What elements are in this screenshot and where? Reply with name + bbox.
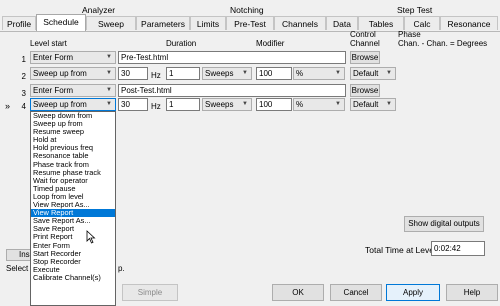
browse-button[interactable]: Browse <box>350 84 380 97</box>
level-select-value: Enter Form <box>33 86 74 95</box>
frequency-unit: Hz <box>151 71 161 80</box>
chevron-down-icon: ▼ <box>106 101 112 107</box>
tab-profile[interactable]: Profile <box>2 16 36 30</box>
total-time-label: Total Time at Level <box>365 245 436 255</box>
duration-unit-select[interactable]: Sweeps ▼ <box>202 67 252 80</box>
level-select[interactable]: Enter Form ▼ <box>30 51 116 64</box>
frequency-input[interactable]: 30 <box>118 98 148 111</box>
duration-input[interactable]: 1 <box>166 98 200 111</box>
modifier-unit-value: % <box>296 100 304 109</box>
header-control-channel: Control Channel <box>350 30 380 48</box>
row-number: 2 <box>21 72 26 81</box>
chevron-down-icon: ▼ <box>335 70 341 76</box>
status-text: Select <box>6 264 29 273</box>
tab-data[interactable]: Data <box>326 16 358 30</box>
header-duration: Duration <box>166 39 197 48</box>
control-channel-value: Default <box>353 69 379 78</box>
tab-calc[interactable]: Calc <box>404 16 440 30</box>
mouse-cursor-icon <box>86 230 96 244</box>
row-number: 4 <box>21 102 26 111</box>
chevron-down-icon: ▼ <box>386 101 392 107</box>
apply-button[interactable]: Apply <box>386 284 440 301</box>
frequency-input[interactable]: 30 <box>118 67 148 80</box>
chevron-down-icon: ▼ <box>242 101 248 107</box>
simple-button[interactable]: Simple <box>122 284 178 301</box>
tab-sweep[interactable]: Sweep <box>86 16 136 30</box>
file-path-input[interactable]: Pre-Test.html <box>118 51 346 64</box>
level-dropdown-list: Sweep down from Sweep up from Resume sweep… <box>30 111 116 306</box>
show-digital-outputs-button[interactable]: Show digital outputs <box>404 216 484 232</box>
level-select[interactable]: Sweep up from ▼ <box>30 98 116 111</box>
header-modifier: Modifier <box>256 39 285 48</box>
modifier-unit-value: % <box>296 69 304 78</box>
chevron-down-icon: ▼ <box>386 70 392 76</box>
help-button[interactable]: Help <box>446 284 498 301</box>
tab-schedule[interactable]: Schedule <box>36 14 86 31</box>
tab-tables[interactable]: Tables <box>358 16 404 30</box>
file-path-input[interactable]: Post-Test.html <box>118 84 346 97</box>
chevron-down-icon: ▼ <box>242 70 248 76</box>
level-select[interactable]: Enter Form ▼ <box>30 84 116 97</box>
level-select-value: Sweep up from <box>33 100 87 109</box>
duration-unit-select[interactable]: Sweeps ▼ <box>202 98 252 111</box>
cancel-button[interactable]: Cancel <box>330 284 382 301</box>
chevron-down-icon: ▼ <box>106 87 112 93</box>
browse-button[interactable]: Browse <box>350 51 380 64</box>
tab-limits[interactable]: Limits <box>190 16 226 30</box>
current-row-marker: » <box>5 101 11 111</box>
ok-button[interactable]: OK <box>272 284 324 301</box>
modifier-input[interactable]: 100 <box>256 67 292 80</box>
control-channel-select[interactable]: Default ▼ <box>350 67 396 80</box>
row-number: 3 <box>21 89 26 98</box>
level-select-value: Sweep up from <box>33 69 87 78</box>
tab-channels[interactable]: Channels <box>274 16 326 30</box>
duration-unit-value: Sweeps <box>205 100 234 109</box>
chevron-down-icon: ▼ <box>106 70 112 76</box>
duration-input[interactable]: 1 <box>166 67 200 80</box>
level-select-value: Enter Form <box>33 53 74 62</box>
chevron-down-icon: ▼ <box>106 54 112 60</box>
frequency-unit: Hz <box>151 102 161 111</box>
modifier-unit-select[interactable]: % ▼ <box>293 98 345 111</box>
status-text-tail: p. <box>118 264 125 273</box>
level-select[interactable]: Sweep up from ▼ <box>30 67 116 80</box>
row-number: 1 <box>21 55 26 64</box>
modifier-input[interactable]: 100 <box>256 98 292 111</box>
control-channel-value: Default <box>353 100 379 109</box>
tab-parameters[interactable]: Parameters <box>136 16 190 30</box>
total-time-value: 0:02:42 <box>431 241 485 256</box>
header-level-start: Level start <box>30 39 67 48</box>
header-phase: Phase Chan. - Chan. = Degrees <box>398 30 488 48</box>
modifier-unit-select[interactable]: % ▼ <box>293 67 345 80</box>
dropdown-option[interactable]: Calibrate Channel(s) <box>31 273 115 282</box>
control-channel-select[interactable]: Default ▼ <box>350 98 396 111</box>
tab-pre-test[interactable]: Pre-Test <box>226 16 274 30</box>
duration-unit-value: Sweeps <box>205 69 234 78</box>
chevron-down-icon: ▼ <box>335 101 341 107</box>
tab-resonance[interactable]: Resonance <box>440 16 498 30</box>
